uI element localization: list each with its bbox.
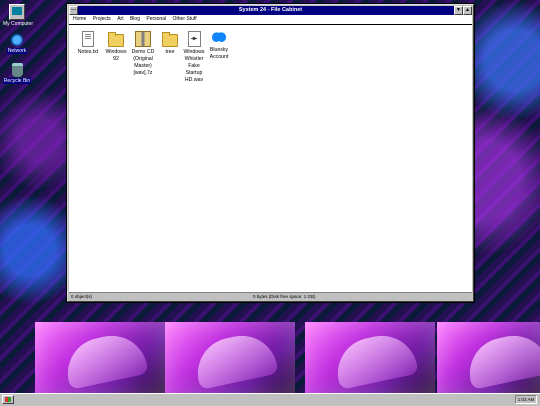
wallpaper-tile [437,322,540,397]
bluesky-icon [212,31,226,45]
status-disk-space: 0 bytes (Disk free space: 1 GB) [253,294,316,299]
menu-item-projects[interactable]: Projects [93,16,111,22]
file-item-whistler-startup[interactable]: Windows Whistler Fake Startup HD.wav [181,31,207,84]
minimize-icon: ▼ [456,7,461,13]
maximize-icon: ▲ [465,7,470,13]
desktop-icon-my-computer[interactable]: My Computer [2,4,34,27]
window-title: System 24 - File Cabinet [238,7,303,13]
archive-icon [135,31,151,47]
folder-icon [162,32,178,47]
status-object-count: 0 object(s) [71,294,93,299]
menu-item-blog[interactable]: Blog [130,16,140,22]
network-icon [10,33,24,47]
wallpaper-tile [305,322,435,397]
file-label: Windows Whistler Fake Startup HD.wav [183,49,205,83]
audio-file-icon [187,31,201,47]
minimize-button[interactable]: ▼ [454,6,463,15]
menu-item-personal[interactable]: Personal [146,16,166,22]
file-item-notes[interactable]: Notes.txt [75,31,101,56]
menu-item-home[interactable]: Home [73,16,86,22]
file-cabinet-window: — System 24 - File Cabinet ▼ ▲ Home Proj… [67,4,474,302]
desktop-icon-network[interactable]: Network [2,33,32,54]
folder-icon [108,32,124,47]
file-label: Notes.txt [77,49,99,55]
maximize-button[interactable]: ▲ [463,6,472,15]
file-item-bluesky[interactable]: Bluesky Account [206,31,232,61]
desktop-icon-recycle-bin[interactable]: Recycle Bin [2,63,32,84]
file-list: Notes.txt Windows 92 Demo CD (Original M… [69,25,472,293]
file-label: Bluesky Account [209,47,229,60]
wallpaper-tile [165,322,295,397]
menu-item-other-stuff[interactable]: Other Stuff [173,16,197,22]
start-button[interactable] [2,395,14,404]
menu-bar: Home Projects Art Blog Personal Other St… [69,15,472,25]
file-item-windows-92[interactable]: Windows 92 [103,31,129,63]
file-label: Windows 92 [105,49,127,62]
window-titlebar[interactable]: — System 24 - File Cabinet ▼ ▲ [69,6,472,15]
computer-icon [9,4,25,20]
menu-item-art[interactable]: Art [117,16,123,22]
file-label: Demo CD (Original Master) [wav].7z [131,49,155,76]
status-bar: 0 object(s) 0 bytes (Disk free space: 1 … [69,293,472,301]
desktop-icon-label: Network [6,48,28,54]
recycle-bin-icon [11,63,23,77]
taskbar: 1:03 AM [0,393,540,406]
text-file-icon [82,31,94,47]
wallpaper-tile [35,322,165,397]
file-item-demo-cd[interactable]: Demo CD (Original Master) [wav].7z [130,31,156,77]
taskbar-clock: 1:03 AM [515,395,537,404]
desktop-icon-label: My Computer [3,21,34,27]
file-item-tree[interactable]: tree [157,31,183,56]
desktop-icon-label: Recycle Bin [2,78,32,84]
file-label: tree [165,49,175,55]
